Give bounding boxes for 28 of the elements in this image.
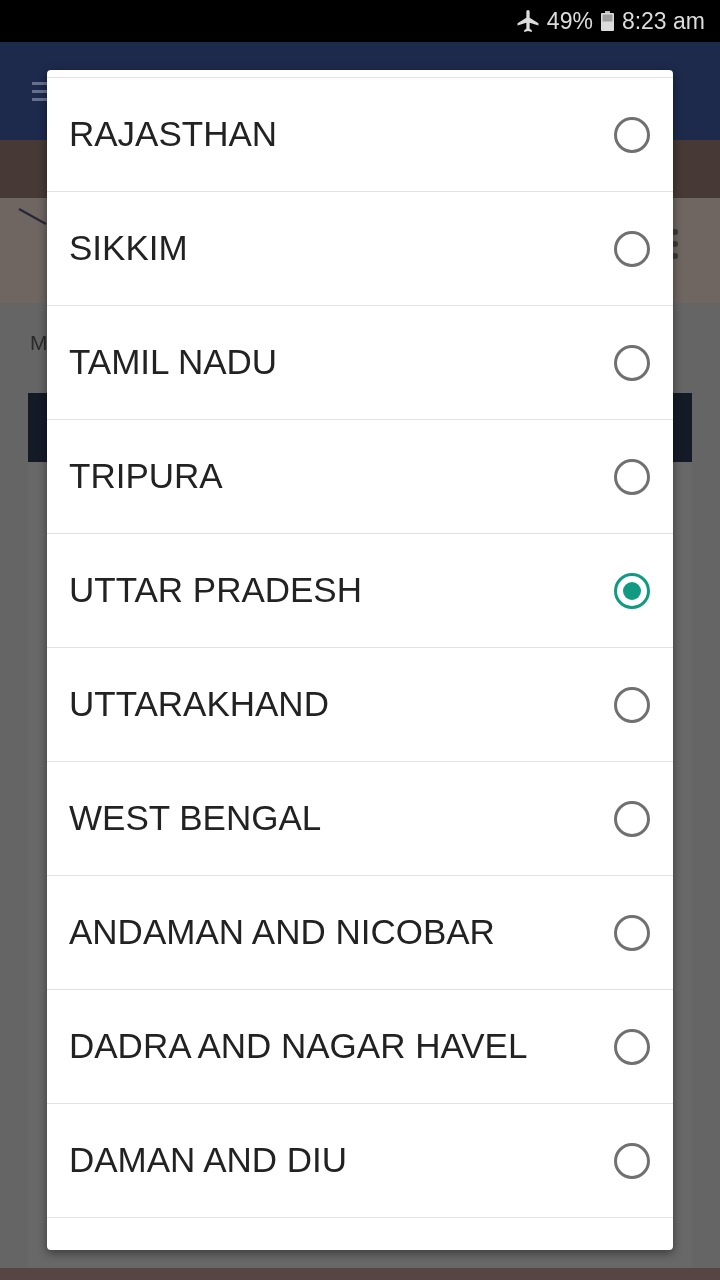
- radio-button[interactable]: [614, 116, 650, 153]
- stroke-drawing: [18, 208, 47, 225]
- radio-button[interactable]: [614, 458, 650, 495]
- option-item[interactable]: TRIPURA: [47, 420, 673, 534]
- airplane-icon: [516, 10, 539, 32]
- option-item[interactable]: UTTAR PRADESH: [47, 534, 673, 648]
- radio-button[interactable]: [614, 1028, 650, 1065]
- radio-button[interactable]: [614, 1142, 650, 1179]
- menu-icon[interactable]: [32, 82, 47, 101]
- battery-percent: 49%: [546, 6, 593, 36]
- radio-button[interactable]: [614, 572, 650, 609]
- option-item[interactable]: WEST BENGAL: [47, 762, 673, 876]
- option-item[interactable]: TAMIL NADU: [47, 306, 673, 420]
- more-options-icon[interactable]: [671, 228, 679, 260]
- radio-button[interactable]: [614, 344, 650, 381]
- radio-button[interactable]: [614, 686, 650, 723]
- option-item[interactable]: UTTARAKHAND: [47, 648, 673, 762]
- option-item[interactable]: ANDAMAN AND NICOBAR: [47, 876, 673, 990]
- radio-button[interactable]: [614, 230, 650, 267]
- field-label: M: [30, 331, 48, 355]
- radio-button[interactable]: [614, 800, 650, 837]
- option-item[interactable]: SIKKIM: [47, 192, 673, 306]
- option-item[interactable]: DAMAN AND DIU: [47, 1104, 673, 1218]
- battery-icon: [600, 11, 614, 31]
- option-item[interactable]: DADRA AND NAGAR HAVEL: [47, 990, 673, 1104]
- clock-time: 8:23 am: [621, 6, 705, 36]
- option-item[interactable]: RAJASTHAN: [47, 78, 673, 192]
- radio-button[interactable]: [614, 914, 650, 951]
